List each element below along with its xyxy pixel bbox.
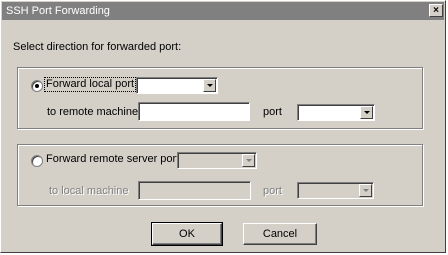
title-bar[interactable]: SSH Port Forwarding × (2, 2, 444, 20)
to-local-machine-label: to local machine (49, 185, 129, 197)
remote-machine-input[interactable] (138, 102, 250, 121)
remote-port-label: port (263, 106, 282, 118)
close-icon[interactable]: × (429, 4, 443, 17)
local-port-combobox[interactable] (136, 77, 218, 94)
direction-prompt: Select direction for forwarded port: (13, 41, 182, 53)
local-port-combobox-disabled (297, 182, 374, 199)
chevron-down-icon[interactable] (203, 79, 216, 92)
remote-port-combobox[interactable] (297, 104, 375, 121)
remote-server-port-combobox (177, 152, 257, 169)
ok-button[interactable]: OK (151, 222, 223, 246)
forward-local-port-label-text: Forward local port (46, 78, 135, 90)
to-remote-machine-label: to remote machine (47, 106, 139, 118)
forward-remote-port-label[interactable]: Forward remote server port (46, 153, 179, 165)
chevron-down-icon (242, 154, 255, 167)
local-machine-input (138, 181, 251, 200)
forward-remote-port-radio[interactable] (31, 155, 43, 167)
chevron-down-icon[interactable] (360, 106, 373, 119)
forward-local-port-label[interactable]: Forward local port (43, 77, 137, 92)
cancel-button[interactable]: Cancel (243, 223, 317, 245)
chevron-down-icon (359, 184, 372, 197)
forward-local-port-radio[interactable] (31, 80, 43, 92)
window-title: SSH Port Forwarding (6, 5, 110, 17)
ssh-port-forwarding-dialog: SSH Port Forwarding × Select direction f… (0, 0, 446, 253)
local-port-label: port (263, 185, 282, 197)
